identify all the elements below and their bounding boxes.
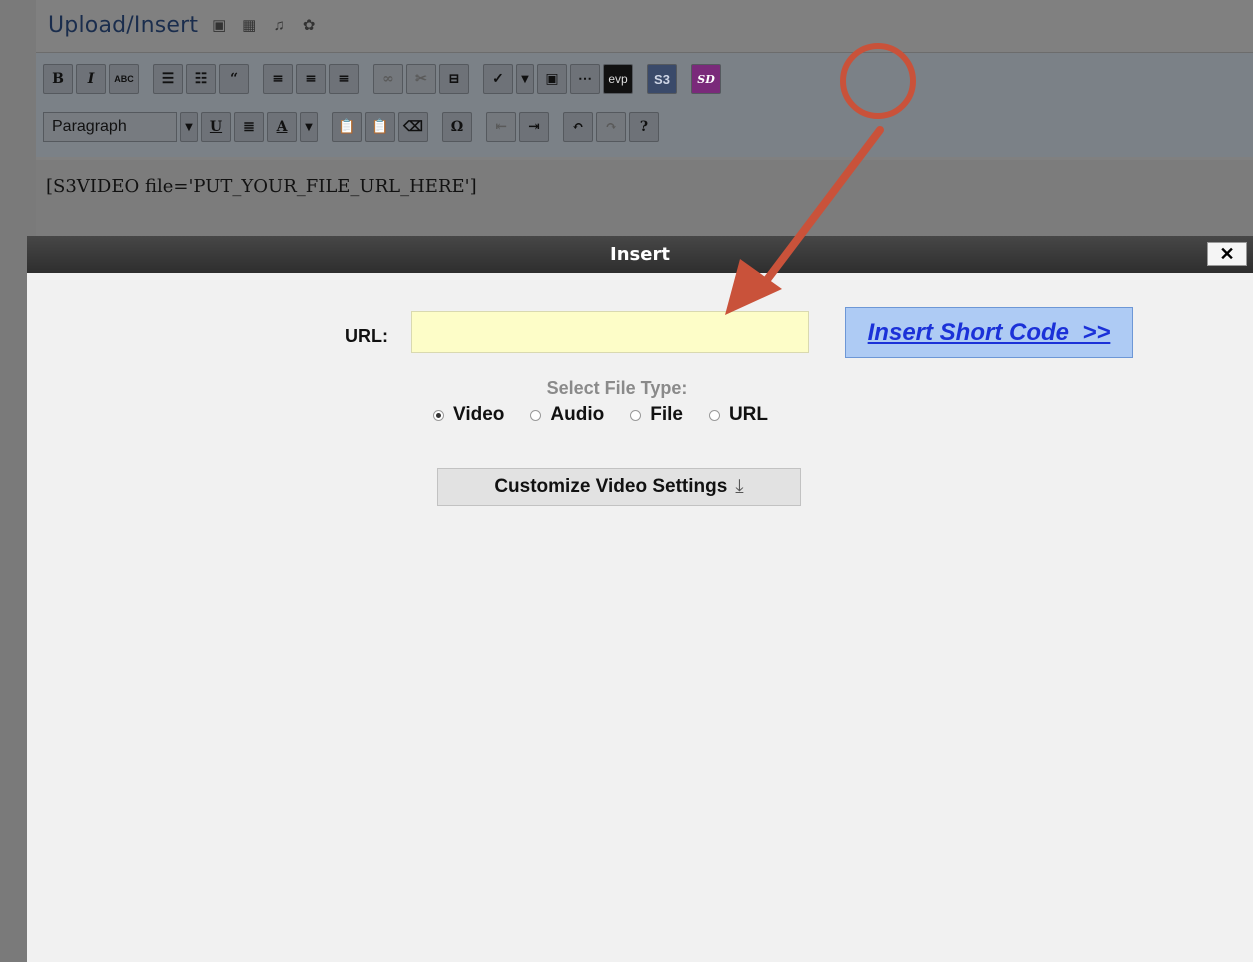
radio-url[interactable]: URL bbox=[708, 404, 769, 426]
radio-button[interactable] bbox=[530, 409, 542, 421]
shortcode-text: [S3VIDEO file='PUT_YOUR_FILE_URL_HERE'] bbox=[46, 176, 477, 197]
dialog-title: Insert bbox=[610, 244, 670, 265]
add-video-icon[interactable]: ▦ bbox=[240, 16, 258, 34]
file-type-radio-group: Video Audio File URL bbox=[433, 404, 768, 426]
editor-toolbar: B I ABC ☰ ☷ “ ≡ ≡ ≡ ∞ ✂ ⊟ ✓ ▼ ▣ ⋯ evp S3… bbox=[36, 52, 1253, 157]
close-button[interactable]: ✕ bbox=[1207, 242, 1247, 266]
sd-plugin-button[interactable]: SD bbox=[691, 64, 721, 94]
file-type-label: Select File Type: bbox=[546, 378, 688, 398]
align-center-icon[interactable]: ≡ bbox=[296, 64, 326, 94]
insert-dialog: Insert ✕ URL: Insert Short Code >> Selec… bbox=[27, 236, 1253, 962]
align-left-icon[interactable]: ≡ bbox=[263, 64, 293, 94]
customize-video-settings-button[interactable]: Customize Video Settings ⤓ bbox=[437, 468, 801, 506]
fullscreen-icon[interactable]: ▣ bbox=[537, 64, 567, 94]
radio-label: Video bbox=[453, 404, 505, 425]
strikethrough-button[interactable]: ABC bbox=[109, 64, 139, 94]
url-input[interactable] bbox=[411, 311, 809, 353]
special-character-icon[interactable]: Ω bbox=[442, 112, 472, 142]
kitchen-sink-icon[interactable]: ⋯ bbox=[570, 64, 600, 94]
download-arrow-icon: ⤓ bbox=[735, 476, 744, 497]
bullet-list-icon[interactable]: ☰ bbox=[153, 64, 183, 94]
italic-button[interactable]: I bbox=[76, 64, 106, 94]
customize-label: Customize Video Settings bbox=[494, 476, 728, 497]
radio-label: File bbox=[650, 404, 683, 425]
text-color-dropdown-icon[interactable]: ▼ bbox=[300, 112, 318, 142]
underline-button[interactable]: U bbox=[201, 112, 231, 142]
justify-icon[interactable]: ≣ bbox=[234, 112, 264, 142]
url-label: URL: bbox=[345, 326, 388, 346]
text-color-icon[interactable]: A bbox=[267, 112, 297, 142]
evp-plugin-button[interactable]: evp bbox=[603, 64, 633, 94]
radio-file[interactable]: File bbox=[630, 404, 683, 426]
upload-insert-label: Upload/Insert bbox=[48, 12, 199, 38]
radio-button[interactable] bbox=[433, 409, 444, 421]
close-icon: ✕ bbox=[1219, 243, 1235, 264]
spellcheck-dropdown-icon[interactable]: ▼ bbox=[516, 64, 534, 94]
toolbar-row-1: B I ABC ☰ ☷ “ ≡ ≡ ≡ ∞ ✂ ⊟ ✓ ▼ ▣ ⋯ evp S3… bbox=[43, 62, 721, 96]
radio-audio[interactable]: Audio bbox=[530, 404, 604, 426]
outdent-icon[interactable]: ⇤ bbox=[486, 112, 516, 142]
dialog-titlebar: Insert ✕ bbox=[27, 236, 1253, 273]
s3video-plugin-button[interactable]: S3 bbox=[647, 64, 677, 94]
add-audio-icon[interactable]: ♫ bbox=[270, 16, 288, 34]
align-right-icon[interactable]: ≡ bbox=[329, 64, 359, 94]
help-icon[interactable]: ? bbox=[629, 112, 659, 142]
spellcheck-icon[interactable]: ✓ bbox=[483, 64, 513, 94]
numbered-list-icon[interactable]: ☷ bbox=[186, 64, 216, 94]
radio-button[interactable] bbox=[708, 409, 720, 421]
radio-button[interactable] bbox=[630, 409, 642, 421]
redo-icon[interactable]: ↷ bbox=[596, 112, 626, 142]
editor-content[interactable]: [S3VIDEO file='PUT_YOUR_FILE_URL_HERE'] bbox=[36, 160, 1253, 240]
upload-insert-bar: Upload/Insert ▣ ▦ ♫ ✿ bbox=[48, 8, 318, 42]
insert-short-code-label: Insert Short Code >> bbox=[867, 318, 1111, 346]
undo-icon[interactable]: ↶ bbox=[563, 112, 593, 142]
unlink-icon[interactable]: ✂ bbox=[406, 64, 436, 94]
add-media-icon[interactable]: ✿ bbox=[300, 16, 318, 34]
clear-formatting-icon[interactable]: ⌫ bbox=[398, 112, 428, 142]
format-select-value: Paragraph bbox=[52, 118, 127, 135]
radio-label: Audio bbox=[550, 404, 605, 425]
link-icon[interactable]: ∞ bbox=[373, 64, 403, 94]
more-tag-icon[interactable]: ⊟ bbox=[439, 64, 469, 94]
blockquote-icon[interactable]: “ bbox=[219, 64, 249, 94]
indent-icon[interactable]: ⇥ bbox=[519, 112, 549, 142]
radio-video[interactable]: Video bbox=[433, 404, 504, 426]
radio-label: URL bbox=[728, 404, 769, 425]
paste-word-icon[interactable]: 📋 bbox=[365, 112, 395, 142]
paste-text-icon[interactable]: 📋 bbox=[332, 112, 362, 142]
format-select[interactable]: Paragraph bbox=[43, 112, 177, 142]
toolbar-row-2: Paragraph ▼ U ≣ A ▼ 📋 📋 ⌫ Ω ⇤ ⇥ ↶ ↷ ? bbox=[43, 110, 659, 144]
bold-button[interactable]: B bbox=[43, 64, 73, 94]
insert-short-code-button[interactable]: Insert Short Code >> bbox=[845, 307, 1133, 358]
add-image-icon[interactable]: ▣ bbox=[210, 16, 228, 34]
format-dropdown-icon[interactable]: ▼ bbox=[180, 112, 198, 142]
